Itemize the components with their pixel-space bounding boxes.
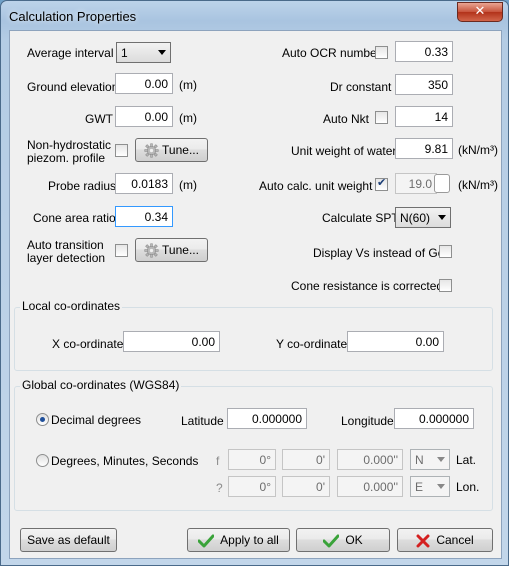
longitude-label: Longitude [341,414,394,428]
calculate-spt-value: N(60) [400,211,431,225]
checkmark-icon [198,534,215,548]
lat-degrees-input[interactable]: 0° [228,449,276,470]
close-icon: ✕ [474,4,486,19]
lat-minutes-input[interactable]: 0' [282,449,330,470]
ok-label: OK [345,533,363,547]
window-title: Calculation Properties [9,9,137,24]
dr-constant-input[interactable]: 350 [395,74,453,95]
auto-nkt-label: Auto Nkt [323,112,370,126]
lon-direction-value: E [415,480,424,494]
average-interval-select[interactable]: 1 [116,42,171,63]
close-button[interactable]: ✕ [457,2,503,22]
x-coordinate-label: X co-ordinate [52,337,124,351]
decimal-degrees-radio[interactable] [36,413,49,426]
display-vs-checkbox[interactable] [439,245,452,258]
gwt-unit: (m) [179,111,197,125]
unit-weight-water-label: Unit weight of water [291,144,397,158]
y-coordinate-label: Y co-ordinate [276,337,348,351]
lon-seconds-input[interactable]: 0.000'' [337,476,403,497]
auto-calc-unit-weight-input[interactable]: 19.0 [395,173,437,194]
auto-ocr-label: Auto OCR number [282,46,381,60]
cancel-label: Cancel [436,533,474,547]
nonhydro-label-line2: piezom. profile [27,151,106,165]
average-interval-value: 1 [121,46,128,60]
ground-elevation-label: Ground elevation [27,80,119,94]
lat-direction-select[interactable]: N [410,449,450,470]
auto-transition-label-line2: layer detection [27,251,106,265]
chevron-down-icon [438,215,446,220]
apply-to-all-label: Apply to all [220,533,279,547]
tune-label: Tune... [162,143,199,157]
auto-ocr-input[interactable]: 0.33 [395,41,453,62]
cone-area-ratio-label: Cone area ratio [33,211,116,225]
calculate-spt-label: Calculate SPT [322,211,399,225]
unit-weight-water-input[interactable]: 9.81 [395,138,453,159]
checkmark-icon [323,534,340,548]
dms-radio[interactable] [36,454,49,467]
dialog-window: Calculation Properties ✕ Average interva… [0,0,509,566]
longitude-input[interactable]: 0.000000 [394,408,474,429]
lon-label: Lon. [456,480,480,494]
auto-ocr-checkbox[interactable] [375,46,388,59]
auto-calc-unit-weight-checkbox[interactable] [375,176,388,191]
auto-calc-unit-weight-label: Auto calc. unit weight [259,179,373,193]
lat-label: Lat. [456,453,477,467]
save-as-default-label: Save as default [27,533,110,547]
color-swatch-button[interactable] [434,174,450,193]
chevron-down-icon [437,457,445,462]
dr-constant-label: Dr constant [330,80,392,94]
chevron-down-icon [437,484,445,489]
lon-direction-select[interactable]: E [410,476,450,497]
gear-icon [144,243,159,258]
nonhydro-checkbox[interactable] [115,144,128,157]
decimal-degrees-label: Decimal degrees [51,413,142,427]
tune-label: Tune... [162,243,199,257]
longitude-glyph: ? [216,481,223,495]
lat-direction-value: N [415,453,424,467]
apply-to-all-button[interactable]: Apply to all [187,528,290,552]
lat-seconds-input[interactable]: 0.000'' [337,449,403,470]
save-as-default-button[interactable]: Save as default [20,528,117,552]
cone-area-ratio-input[interactable]: 0.34 [115,206,173,227]
global-coordinates-title: Global co-ordinates (WGS84) [20,378,182,392]
lon-degrees-input[interactable]: 0° [228,476,276,497]
probe-radius-unit: (m) [179,178,197,192]
dms-label: Degrees, Minutes, Seconds [51,454,199,468]
cross-icon [416,534,430,548]
lon-minutes-input[interactable]: 0' [282,476,330,497]
auto-nkt-checkbox[interactable] [375,111,388,124]
ground-elevation-unit: (m) [179,78,197,92]
y-coordinate-input[interactable]: 0.00 [347,331,444,352]
cone-corrected-label: Cone resistance is corrected [291,279,444,293]
auto-nkt-input[interactable]: 14 [395,106,453,127]
gwt-label: GWT [85,112,113,126]
ground-elevation-input[interactable]: 0.00 [115,73,173,94]
local-coordinates-title: Local co-ordinates [20,299,123,313]
auto-transition-checkbox[interactable] [115,244,128,257]
gear-icon [144,143,159,158]
x-coordinate-input[interactable]: 0.00 [123,331,220,352]
auto-calc-unit: (kN/m³) [458,178,498,192]
cone-corrected-checkbox[interactable] [439,279,452,292]
calculate-spt-select[interactable]: N(60) [395,207,451,228]
chevron-down-icon [158,50,166,55]
ok-button[interactable]: OK [296,528,390,552]
display-vs-label: Display Vs instead of Go [313,246,445,260]
average-interval-label: Average interval [27,46,114,60]
nonhydro-tune-button[interactable]: Tune... [135,138,208,162]
cancel-button[interactable]: Cancel [397,528,493,552]
probe-radius-label: Probe radius [48,179,117,193]
latitude-input[interactable]: 0.000000 [227,408,307,429]
latitude-glyph: f [216,454,220,468]
probe-radius-input[interactable]: 0.0183 [115,173,173,194]
nonhydro-label-line1: Non-hydrostatic [27,138,112,152]
auto-transition-label-line1: Auto transition [27,238,104,252]
unit-weight-water-unit: (kN/m³) [458,143,498,157]
latitude-label: Latitude [181,414,224,428]
auto-transition-tune-button[interactable]: Tune... [135,238,208,262]
gwt-input[interactable]: 0.00 [115,106,173,127]
dialog-client-area: Average interval 1 Ground elevation 0.00… [9,30,502,559]
